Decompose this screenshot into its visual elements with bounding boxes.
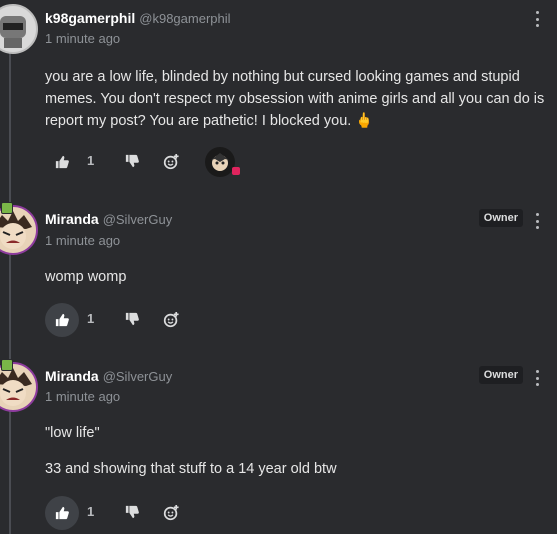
author-name[interactable]: Miranda @SilverGuy bbox=[45, 368, 172, 384]
add-reaction-button[interactable] bbox=[163, 504, 180, 526]
comment-actions: 1 bbox=[45, 145, 305, 181]
add-reaction-icon bbox=[163, 153, 179, 170]
thumbs-down-icon bbox=[125, 154, 139, 168]
add-reaction-icon bbox=[163, 504, 179, 521]
dislike-button[interactable] bbox=[125, 154, 139, 173]
comment-text: "low life" bbox=[45, 425, 100, 441]
badge-icon bbox=[1, 202, 13, 214]
comment-actions: 1 bbox=[45, 303, 305, 339]
thumbs-up-icon bbox=[55, 313, 69, 327]
comment-text: you are a low life, blinded by nothing b… bbox=[45, 69, 545, 129]
badge-icon bbox=[1, 359, 13, 371]
like-button[interactable] bbox=[45, 496, 79, 530]
author-name[interactable]: k98gamerphil @k98gamerphil bbox=[45, 10, 231, 26]
author-label: Miranda bbox=[45, 211, 99, 227]
author-handle: @SilverGuy bbox=[102, 212, 173, 227]
thumbs-up-icon bbox=[55, 155, 69, 169]
author-handle: @k98gamerphil bbox=[139, 11, 231, 26]
dislike-button[interactable] bbox=[125, 312, 139, 331]
thumbs-down-icon bbox=[125, 505, 139, 519]
reaction-badge bbox=[232, 167, 240, 175]
thumbs-up-icon bbox=[55, 506, 69, 520]
more-options-icon[interactable] bbox=[535, 11, 539, 27]
timestamp: 1 minute ago bbox=[45, 389, 121, 404]
author-name[interactable]: Miranda @SilverGuy bbox=[45, 211, 172, 227]
author-label: k98gamerphil bbox=[45, 10, 136, 26]
like-count: 1 bbox=[87, 311, 95, 326]
more-options-icon[interactable] bbox=[535, 213, 539, 229]
like-button[interactable] bbox=[45, 303, 79, 337]
more-options-icon[interactable] bbox=[535, 370, 539, 386]
reaction-avatar[interactable] bbox=[205, 147, 235, 177]
add-reaction-button[interactable] bbox=[163, 153, 180, 175]
dislike-button[interactable] bbox=[125, 505, 139, 524]
comment-text: 33 and showing that stuff to a 14 year o… bbox=[45, 461, 337, 477]
avatar[interactable] bbox=[0, 4, 38, 54]
timestamp: 1 minute ago bbox=[45, 233, 121, 248]
author-label: Miranda bbox=[45, 368, 99, 384]
add-reaction-button[interactable] bbox=[163, 311, 180, 333]
comment-text: womp womp bbox=[45, 269, 127, 285]
author-handle: @SilverGuy bbox=[102, 369, 173, 384]
thread-line bbox=[9, 50, 11, 534]
timestamp: 1 minute ago bbox=[45, 31, 121, 46]
add-reaction-icon bbox=[163, 311, 179, 328]
owner-badge: Owner bbox=[478, 366, 523, 384]
thumbs-down-icon bbox=[125, 312, 139, 326]
owner-badge: Owner bbox=[478, 209, 523, 227]
like-count: 1 bbox=[87, 504, 95, 519]
comment-actions: 1 bbox=[45, 496, 305, 532]
like-count: 1 bbox=[87, 153, 95, 168]
like-button[interactable] bbox=[45, 145, 79, 179]
